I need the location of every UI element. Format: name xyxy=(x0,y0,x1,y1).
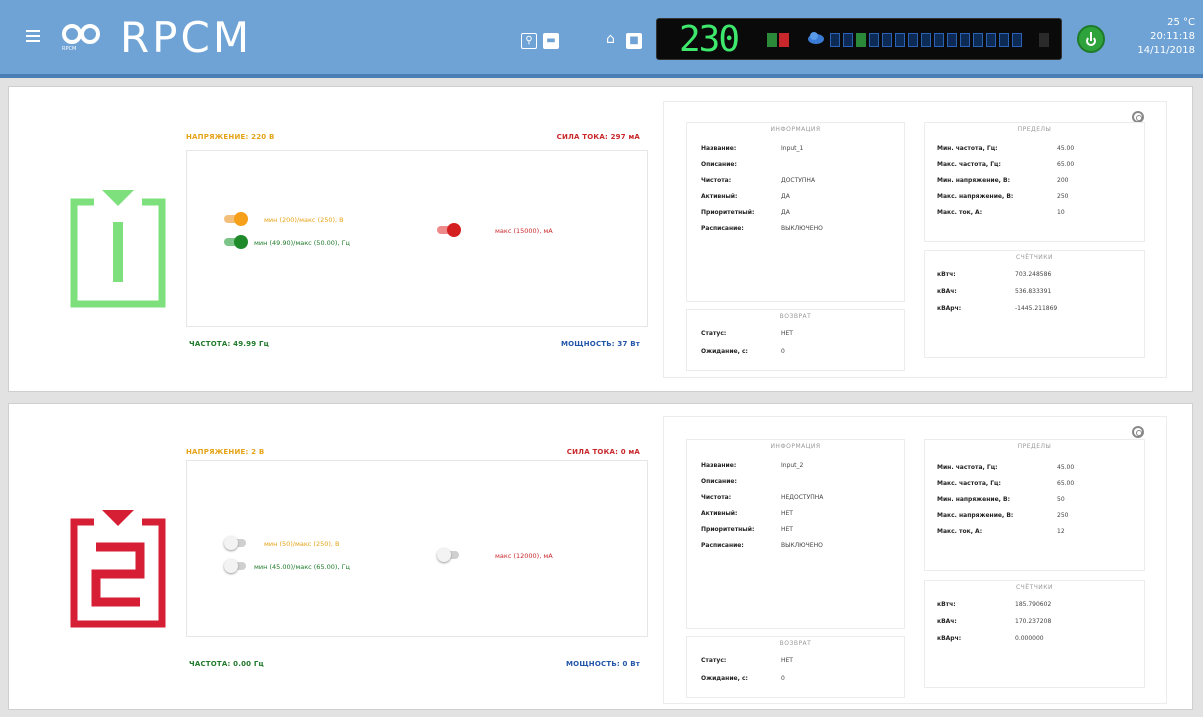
current-label: СИЛА ТОКА: 0 мА xyxy=(566,448,640,456)
frequency-threshold-toggle[interactable] xyxy=(224,235,248,249)
display-outlet-7 xyxy=(908,33,918,47)
current-threshold-label: макс (15000), мА xyxy=(495,227,553,235)
counters-section: СЧЁТЧИКИ кВтч: 703.248586 кВАч: 536.833391… xyxy=(924,250,1145,358)
power-icon[interactable] xyxy=(1077,25,1105,53)
display-outlet-2 xyxy=(843,33,853,47)
outlet-2-icon xyxy=(70,510,166,628)
time: 20:11:18 xyxy=(1150,31,1195,42)
fallback-section: ВОЗВРАТ Статус: НЕТ Ожидание, с: 0 xyxy=(686,309,905,371)
fallback-section: ВОЗВРАТ Статус: НЕТ Ожидание, с: 0 xyxy=(686,636,905,698)
thresholds-box: мин (200)/макс (250), В мин (49.90)/макс… xyxy=(186,150,648,327)
frequency-label: ЧАСТОТА: 49.99 Гц xyxy=(189,340,269,348)
menu-icon[interactable] xyxy=(26,30,40,42)
voltage-threshold-toggle[interactable] xyxy=(224,212,248,226)
keyboard-icon[interactable]: ▬ xyxy=(543,33,559,49)
display-outlet-5 xyxy=(882,33,892,47)
counters-section: СЧЁТЧИКИ кВтч: 185.790602 кВАч: 170.237208… xyxy=(924,580,1145,688)
frequency-threshold-toggle[interactable] xyxy=(224,559,246,573)
cloud-icon xyxy=(808,32,824,44)
display-outlet-6 xyxy=(895,33,905,47)
display-outlet-3 xyxy=(856,33,866,47)
fallback-title: ВОЗВРАТ xyxy=(779,640,812,647)
display-outlet-13 xyxy=(986,33,996,47)
current-threshold-label: макс (12000), мА xyxy=(495,552,553,560)
info-title: ИНФОРМАЦИЯ xyxy=(770,126,821,133)
temperature: 25 °C xyxy=(1167,17,1195,28)
outlet-details-panel: ИНФОРМАЦИЯ Название: Input_1 Описание: Чи… xyxy=(663,101,1167,378)
power-label: МОЩНОСТЬ: 37 Вт xyxy=(560,340,640,348)
display-outlet-4 xyxy=(869,33,879,47)
frequency-label: ЧАСТОТА: 0.00 Гц xyxy=(189,660,264,668)
outlet-card-1: НАПРЯЖЕНИЕ: 220 В СИЛА ТОКА: 297 мА мин … xyxy=(8,86,1193,392)
info-section: ИНФОРМАЦИЯ Название: Input_1 Описание: Чи… xyxy=(686,122,905,302)
info-title: ИНФОРМАЦИЯ xyxy=(770,443,821,450)
fallback-title: ВОЗВРАТ xyxy=(779,313,812,320)
brand-title: RPCM xyxy=(120,13,253,62)
power-label: МОЩНОСТЬ: 0 Вт xyxy=(566,660,640,668)
counters-title: СЧЁТЧИКИ xyxy=(1015,254,1054,261)
voltage-label: НАПРЯЖЕНИЕ: 2 В xyxy=(186,448,265,456)
gear-icon[interactable] xyxy=(1132,426,1144,438)
outlet-card-2: НАПРЯЖЕНИЕ: 2 В СИЛА ТОКА: 0 мА мин (50)… xyxy=(8,403,1193,710)
display-outlet-16 xyxy=(1039,33,1049,47)
voltage-threshold-toggle[interactable] xyxy=(224,536,246,550)
display-outlet-9 xyxy=(934,33,944,47)
date: 14/11/2018 xyxy=(1137,45,1195,56)
display-outlet-12 xyxy=(973,33,983,47)
status-display: 230 xyxy=(656,18,1062,60)
display-voltage: 230 xyxy=(679,19,740,60)
location-pin-icon[interactable]: ⚲ xyxy=(521,33,537,49)
home-icon[interactable]: ⌂ xyxy=(606,31,615,47)
outlet-details-panel: ИНФОРМАЦИЯ Название: Input_2 Описание: Чи… xyxy=(663,416,1167,704)
counters-title: СЧЁТЧИКИ xyxy=(1015,584,1054,591)
frequency-threshold-label: мин (45.00)/макс (65.00), Гц xyxy=(254,563,350,571)
display-outlet-14 xyxy=(999,33,1009,47)
current-label: СИЛА ТОКА: 297 мА xyxy=(556,133,640,141)
display-outlet-8 xyxy=(921,33,931,47)
thresholds-box: мин (50)/макс (250), В мин (45.00)/макс … xyxy=(186,460,648,637)
limits-section: ПРЕДЕЛЫ Мин. частота, Гц: 45.00 Макс. час… xyxy=(924,122,1145,242)
display-outlet-10 xyxy=(947,33,957,47)
display-outlet-15 xyxy=(1012,33,1022,47)
rpcm-logo-mark: RPCM xyxy=(60,22,106,52)
display-indicator-2 xyxy=(779,33,789,47)
display-indicator-1 xyxy=(767,33,777,47)
limits-title: ПРЕДЕЛЫ xyxy=(1017,443,1052,450)
limits-section: ПРЕДЕЛЫ Мин. частота, Гц: 45.00 Макс. час… xyxy=(924,439,1145,571)
info-section: ИНФОРМАЦИЯ Название: Input_2 Описание: Чи… xyxy=(686,439,905,629)
display-outlet-11 xyxy=(960,33,970,47)
voltage-threshold-label: мин (200)/макс (250), В xyxy=(264,216,344,224)
display-toggle-button[interactable]: ■ xyxy=(626,33,642,49)
frequency-threshold-label: мин (49.90)/макс (50.00), Гц xyxy=(254,239,350,247)
current-threshold-toggle[interactable] xyxy=(437,223,461,237)
clock: 25 °C 20:11:18 14/11/2018 xyxy=(1137,16,1195,58)
voltage-label: НАПРЯЖЕНИЕ: 220 В xyxy=(186,133,275,141)
current-threshold-toggle[interactable] xyxy=(437,548,459,562)
display-outlet-1 xyxy=(830,33,840,47)
voltage-threshold-label: мин (50)/макс (250), В xyxy=(264,540,340,548)
outlet-1-icon xyxy=(70,190,166,308)
top-bar: RPCM RPCM ⚲ ▬ ⌂ ■ 230 25 °C 20:11:18 14/… xyxy=(0,0,1203,78)
limits-title: ПРЕДЕЛЫ xyxy=(1017,126,1052,133)
